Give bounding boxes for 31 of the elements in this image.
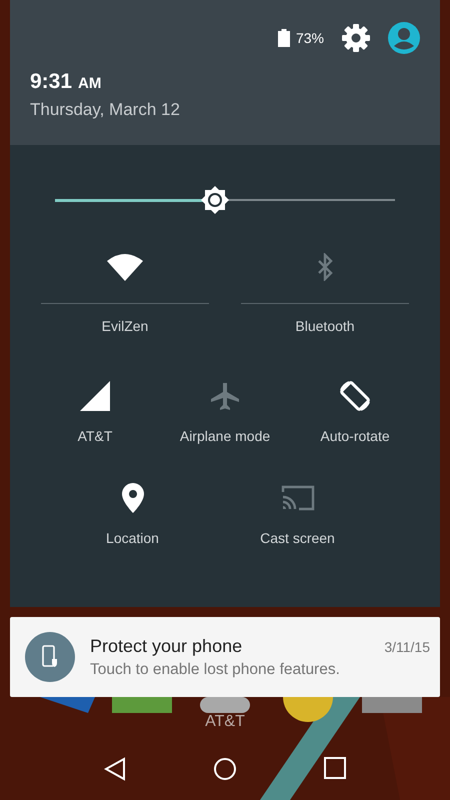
tile-label[interactable]: Location [106,530,159,546]
battery-icon [278,29,290,47]
tile-label[interactable]: Cast screen [260,530,335,546]
home-icon[interactable] [212,757,237,781]
wifi-icon [107,253,143,281]
tile-label[interactable]: EvilZen [102,318,148,334]
back-icon[interactable] [104,757,126,781]
tile-label[interactable]: Bluetooth [295,318,355,334]
rotate-icon [337,378,373,414]
date-text: Thursday, March 12 [30,100,181,120]
notification-text: Touch to enable lost phone features. [90,660,341,678]
phone-shield-icon [25,632,75,682]
clock-meridiem: AM [78,75,102,92]
recents-icon[interactable] [324,757,346,779]
signal-icon [80,381,110,411]
notification-title: Protect your phone [90,636,242,656]
bluetooth-icon [317,253,333,281]
brightness-thumb-icon[interactable] [200,185,230,215]
battery-percentage: 73% [296,30,324,46]
tile-label[interactable]: Airplane mode [180,428,270,444]
tile-label[interactable]: Auto-rotate [320,428,390,444]
user-avatar-icon[interactable] [388,22,420,54]
cast-icon [280,484,314,512]
location-pin-icon [122,483,144,513]
notification-card[interactable]: Protect your phone 3/11/15 Touch to enable lost phone features. [10,617,440,697]
brightness-slider[interactable] [55,185,395,215]
carrier-label: AT&T [205,713,245,731]
notification-date: 3/11/15 [384,638,430,654]
clock-time: 9:31 [30,70,72,94]
tile-label[interactable]: AT&T [78,428,112,444]
airplane-icon [210,381,240,411]
